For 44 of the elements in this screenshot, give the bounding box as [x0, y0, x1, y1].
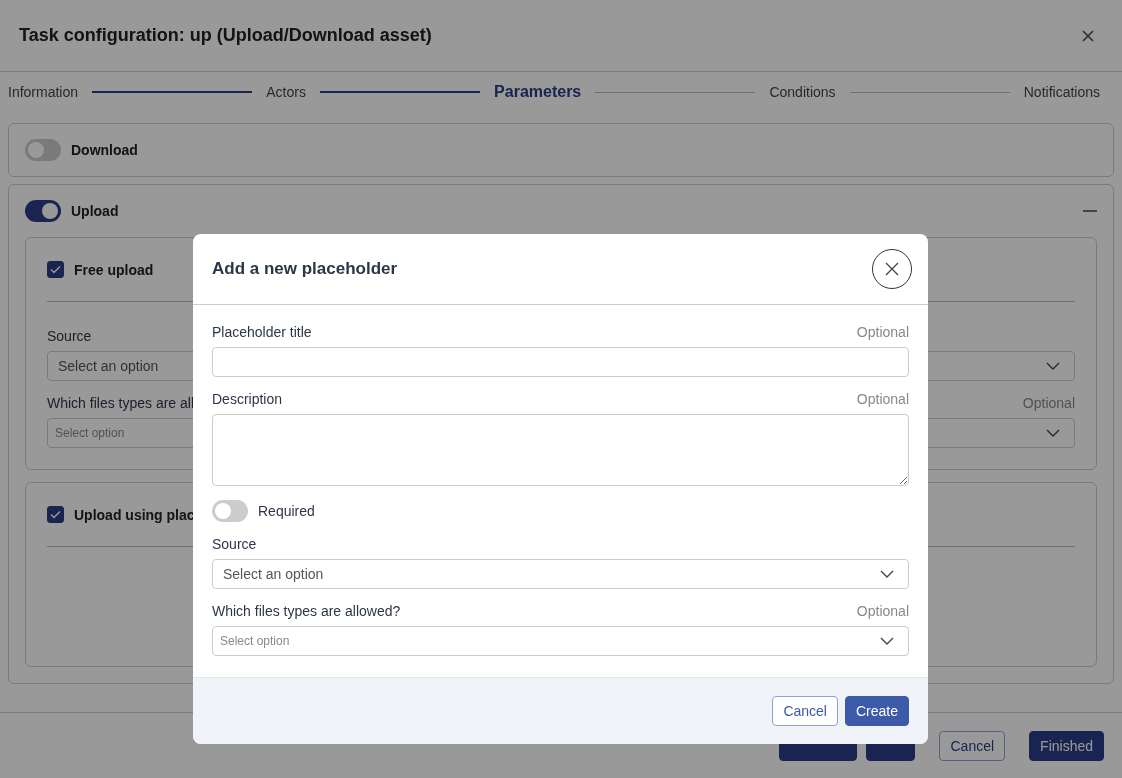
text-field[interactable] [212, 347, 909, 377]
optional-label: Optional [1022, 395, 1075, 413]
section-title: Download [71, 142, 138, 158]
option-label: Free upload [74, 261, 154, 278]
description-field[interactable] [212, 414, 909, 486]
select-field[interactable]: Select an option [212, 559, 909, 589]
chevron-down-icon [1046, 362, 1060, 370]
toggle-switch[interactable] [212, 500, 248, 522]
outline-button[interactable]: Cancel [772, 696, 838, 726]
checkbox[interactable] [47, 506, 64, 523]
chevron-down-icon [880, 570, 894, 578]
window-title: Task configuration: up (Upload/Download asset) [19, 25, 432, 46]
field-label: Placeholder title [212, 324, 312, 342]
chevron-down-icon [1046, 429, 1060, 437]
option-label: Upload using plac [74, 506, 195, 523]
dialog-title: Add a new placeholder [212, 259, 398, 279]
outline-button[interactable]: Cancel [939, 730, 1006, 761]
field-label: Which files types are all [47, 395, 195, 413]
optional-label: Optional [856, 391, 909, 409]
checkbox[interactable] [47, 261, 64, 278]
close-icon[interactable] [1082, 29, 1094, 42]
toggle-label: Required [258, 503, 315, 519]
step-label[interactable]: Parameters [494, 83, 582, 101]
step-label[interactable]: Actors [266, 84, 306, 100]
chevron-down-icon [880, 637, 894, 645]
close-icon [885, 262, 899, 276]
toggle-switch[interactable] [25, 200, 61, 222]
section-title: Upload [71, 203, 119, 219]
optional-label: Optional [856, 324, 909, 342]
check-icon [50, 265, 61, 274]
step-label[interactable]: Notifications [1023, 84, 1100, 100]
field-label: Source [212, 536, 257, 554]
field-label: Which files types are allowed? [212, 603, 401, 621]
step-label[interactable]: Information [8, 84, 79, 100]
primary-button[interactable]: Create [844, 696, 909, 726]
optional-label: Optional [856, 603, 909, 621]
field-label: Description [212, 391, 283, 409]
close-button[interactable] [872, 249, 912, 289]
primary-button[interactable]: Finished [1029, 730, 1104, 761]
field-label: Source [47, 328, 92, 346]
select-field[interactable]: Select option [212, 626, 909, 656]
toggle-switch[interactable] [25, 139, 61, 161]
step-label[interactable]: Conditions [769, 84, 836, 100]
check-icon [50, 510, 61, 519]
